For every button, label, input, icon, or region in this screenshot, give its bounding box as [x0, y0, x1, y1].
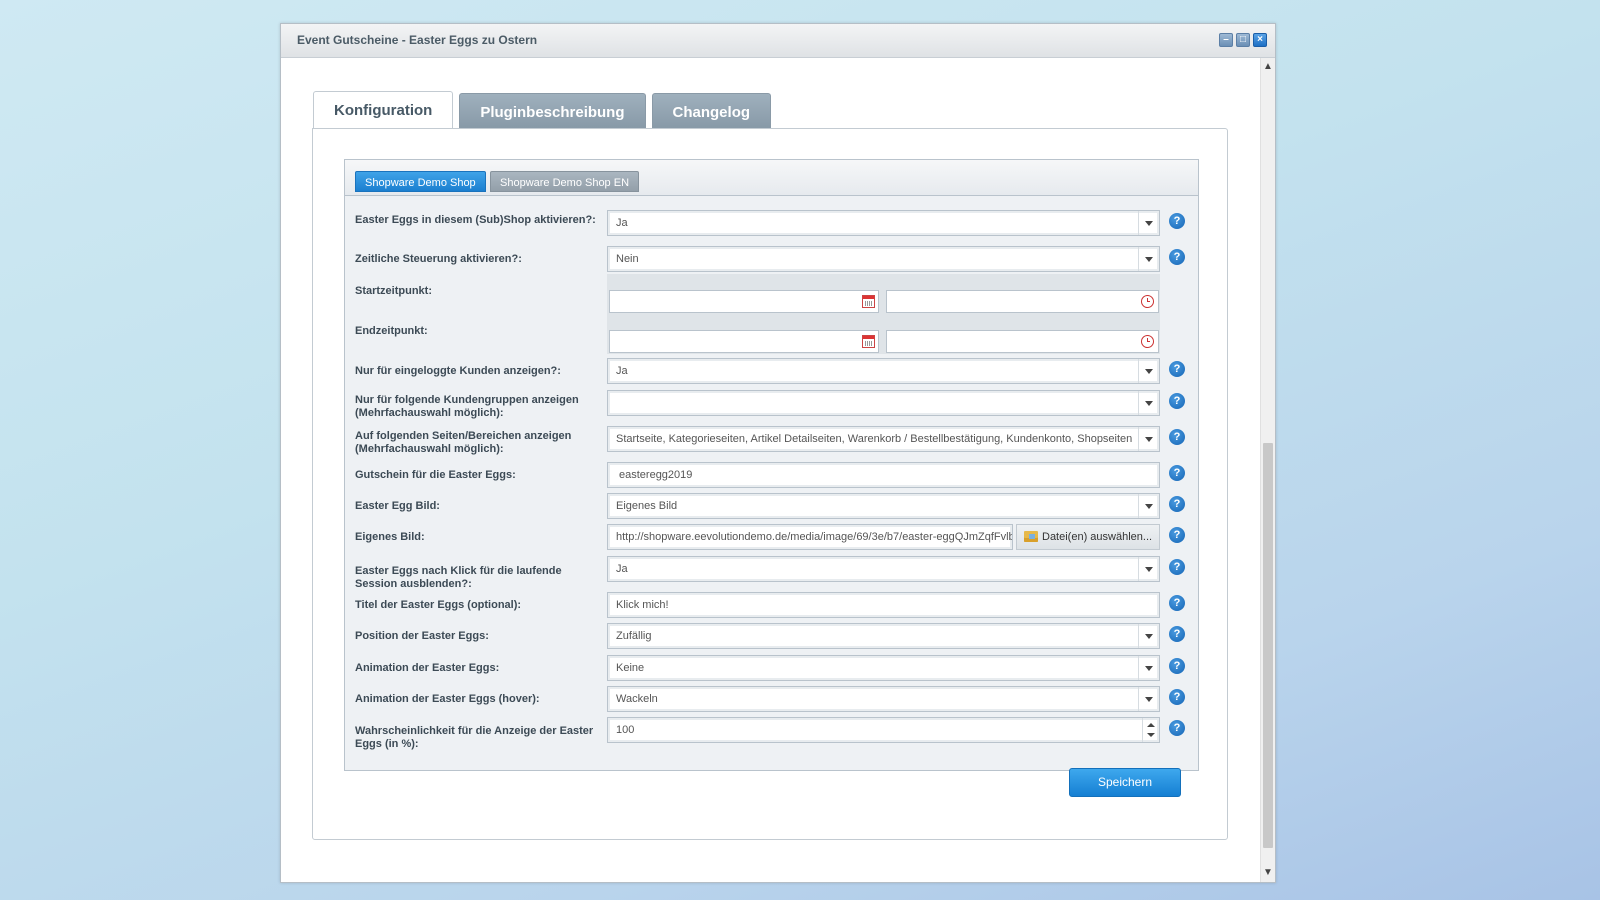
help-icon[interactable]: ? — [1169, 429, 1185, 445]
chevron-down-icon[interactable] — [1138, 427, 1159, 451]
title-input[interactable]: Klick mich! — [607, 592, 1160, 618]
activate-label: Easter Eggs in diesem (Sub)Shop aktivier… — [355, 214, 596, 226]
scroll-thumb[interactable] — [1263, 443, 1273, 848]
help-icon[interactable]: ? — [1169, 496, 1185, 512]
tab-shop-demo-en[interactable]: Shopware Demo Shop EN — [490, 171, 640, 192]
chevron-down-icon[interactable] — [1138, 359, 1159, 383]
window-controls: – □ × — [1219, 33, 1267, 47]
logged-in-select[interactable]: Ja — [607, 358, 1160, 384]
help-icon[interactable]: ? — [1169, 249, 1185, 265]
clock-icon[interactable] — [1141, 295, 1154, 308]
shop-tabs: Shopware Demo Shop Shopware Demo Shop EN — [345, 160, 1198, 196]
chevron-down-icon[interactable] — [1138, 687, 1159, 711]
customer-groups-select[interactable] — [607, 390, 1160, 416]
voucher-label: Gutschein für die Easter Eggs: — [355, 469, 516, 481]
tab-shop-demo[interactable]: Shopware Demo Shop — [355, 171, 486, 192]
logged-in-value: Ja — [616, 365, 628, 377]
calendar-icon[interactable] — [862, 295, 875, 308]
own-image-url-field[interactable]: http://shopware.eevolutiondemo.de/media/… — [607, 524, 1013, 550]
animation-hover-label: Animation der Easter Eggs (hover): — [355, 693, 540, 705]
own-image-label: Eigenes Bild: — [355, 531, 425, 543]
hide-after-click-value: Ja — [616, 563, 628, 575]
end-time-field[interactable] — [886, 330, 1159, 353]
animation-select[interactable]: Keine — [607, 655, 1160, 681]
help-icon[interactable]: ? — [1169, 559, 1185, 575]
end-date-field[interactable] — [609, 330, 879, 353]
position-label: Position der Easter Eggs: — [355, 630, 489, 642]
shop-config-form: Shopware Demo Shop Shopware Demo Shop EN… — [344, 159, 1199, 771]
scroll-up-icon[interactable]: ▲ — [1261, 60, 1275, 74]
animation-hover-select[interactable]: Wackeln — [607, 686, 1160, 712]
help-icon[interactable]: ? — [1169, 527, 1185, 543]
help-icon[interactable]: ? — [1169, 465, 1185, 481]
calendar-icon[interactable] — [862, 335, 875, 348]
animation-value: Keine — [616, 662, 645, 674]
help-icon[interactable]: ? — [1169, 393, 1185, 409]
image-folder-icon — [1024, 531, 1038, 542]
help-icon[interactable]: ? — [1169, 658, 1185, 674]
tab-changelog[interactable]: Changelog — [651, 93, 772, 129]
plugin-window: Event Gutscheine - Easter Eggs zu Ostern… — [280, 23, 1276, 883]
help-icon[interactable]: ? — [1169, 361, 1185, 377]
close-icon[interactable]: × — [1253, 33, 1267, 47]
probability-value: 100 — [616, 724, 635, 736]
configuration-panel: Shopware Demo Shop Shopware Demo Shop EN… — [312, 128, 1228, 840]
minimize-icon[interactable]: – — [1219, 33, 1233, 47]
image-value: Eigenes Bild — [616, 500, 678, 512]
chevron-down-icon[interactable] — [1138, 391, 1159, 415]
time-control-value: Nein — [616, 253, 639, 265]
pages-label: Auf folgenden Seiten/Bereichen anzeigen … — [355, 430, 572, 455]
hide-after-click-select[interactable]: Ja — [607, 556, 1160, 582]
voucher-input[interactable]: easteregg2019 — [607, 462, 1160, 488]
chevron-down-icon[interactable] — [1138, 494, 1159, 518]
title-label: Titel der Easter Eggs (optional): — [355, 599, 522, 611]
animation-hover-value: Wackeln — [616, 693, 658, 705]
tab-konfiguration[interactable]: Konfiguration — [313, 91, 454, 129]
start-date-field[interactable] — [609, 290, 879, 313]
activate-value: Ja — [616, 217, 628, 229]
chevron-down-icon[interactable] — [1138, 656, 1159, 680]
position-value: Zufällig — [616, 630, 652, 642]
time-control-select[interactable]: Nein — [607, 246, 1160, 272]
select-file-label: Datei(en) auswählen... — [1042, 531, 1153, 543]
chevron-down-icon[interactable] — [1138, 211, 1159, 235]
vertical-scrollbar[interactable]: ▲ ▼ — [1260, 58, 1275, 882]
main-tabs: Konfiguration Pluginbeschreibung Changel… — [313, 91, 772, 129]
hide-after-click-label: Easter Eggs nach Klick für die laufende … — [355, 565, 562, 590]
help-icon[interactable]: ? — [1169, 689, 1185, 705]
activate-select[interactable]: Ja — [607, 210, 1160, 236]
probability-spinner[interactable]: 100 — [607, 717, 1160, 743]
tab-pluginbeschreibung[interactable]: Pluginbeschreibung — [459, 93, 646, 129]
help-icon[interactable]: ? — [1169, 213, 1185, 229]
window-title: Event Gutscheine - Easter Eggs zu Ostern — [297, 33, 538, 47]
start-time-field[interactable] — [886, 290, 1159, 313]
animation-label: Animation der Easter Eggs: — [355, 662, 500, 674]
chevron-down-icon[interactable] — [1138, 624, 1159, 648]
select-file-button[interactable]: Datei(en) auswählen... — [1016, 524, 1160, 550]
help-icon[interactable]: ? — [1169, 626, 1185, 642]
help-icon[interactable]: ? — [1169, 595, 1185, 611]
maximize-icon[interactable]: □ — [1236, 33, 1250, 47]
clock-icon[interactable] — [1141, 335, 1154, 348]
pages-select[interactable]: Startseite, Kategorieseiten, Artikel Det… — [607, 426, 1160, 452]
start-label: Startzeitpunkt: — [355, 285, 432, 297]
customer-groups-label: Nur für folgende Kundengruppen anzeigen … — [355, 394, 579, 419]
window-titlebar[interactable]: Event Gutscheine - Easter Eggs zu Ostern… — [281, 24, 1275, 58]
save-button[interactable]: Speichern — [1069, 768, 1181, 797]
pages-value: Startseite, Kategorieseiten, Artikel Det… — [616, 433, 1133, 445]
image-select[interactable]: Eigenes Bild — [607, 493, 1160, 519]
time-control-label: Zeitliche Steuerung aktivieren?: — [355, 253, 522, 265]
image-label: Easter Egg Bild: — [355, 500, 440, 512]
scroll-down-icon[interactable]: ▼ — [1261, 866, 1275, 880]
chevron-down-icon[interactable] — [1138, 247, 1159, 271]
probability-label: Wahrscheinlichkeit für die Anzeige der E… — [355, 725, 594, 750]
position-select[interactable]: Zufällig — [607, 623, 1160, 649]
end-label: Endzeitpunkt: — [355, 325, 428, 337]
spinner-arrows-icon[interactable] — [1142, 718, 1159, 742]
help-icon[interactable]: ? — [1169, 720, 1185, 736]
chevron-down-icon[interactable] — [1138, 557, 1159, 581]
logged-in-label: Nur für eingeloggte Kunden anzeigen?: — [355, 365, 561, 377]
